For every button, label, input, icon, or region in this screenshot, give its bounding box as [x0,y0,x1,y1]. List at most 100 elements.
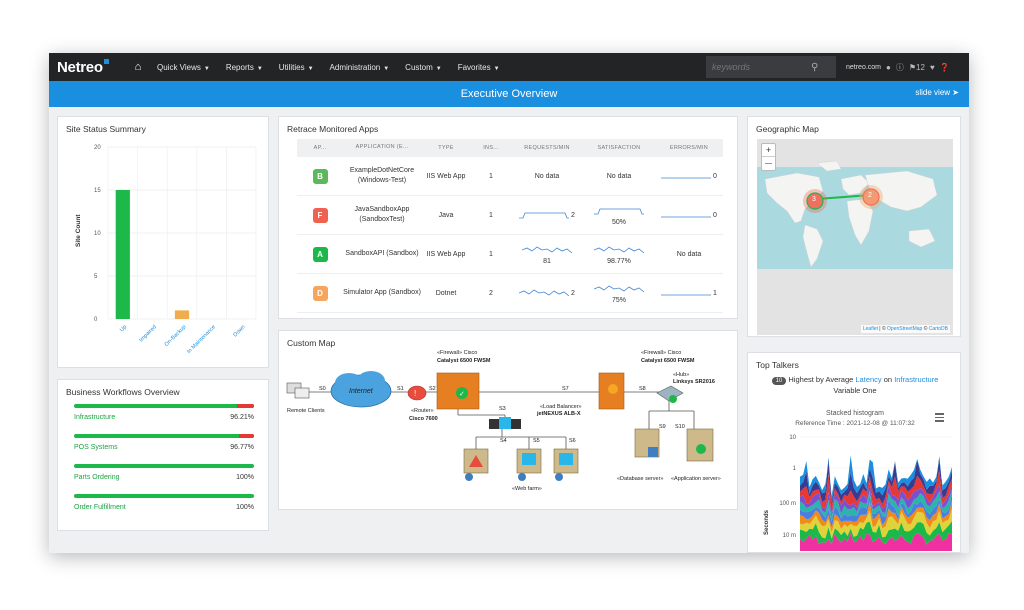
requests-value: 2 [571,289,575,297]
talkers-on: on [883,375,893,384]
web-server-1-icon[interactable] [463,448,489,481]
netreo-logo[interactable]: Netreo [49,58,127,76]
home-icon[interactable]: ⌂ [127,61,149,73]
chart-menu-icon[interactable] [935,413,944,424]
web-server-2-icon[interactable] [516,448,542,481]
table-row[interactable]: D Simulator App (Sandbox) Dotnet 2 2 75% 1 [297,274,723,313]
leaflet-link[interactable]: Leaflet [863,326,878,332]
col-satisfaction[interactable]: SATISFACTION [583,145,655,151]
site-status-chart: 0 5 10 15 20 Site Count Up Impaired On-BackupIn … [75,145,257,355]
cluster-a-count[interactable]: 3 [812,196,816,203]
x-tick-label[interactable]: Impaired [138,324,157,343]
talkers-summary: 10 Highest by Average Latency on Infrast… [748,375,962,385]
heart-icon[interactable]: ♥ [930,63,935,72]
alerts-icon[interactable]: ⚑12 [909,63,925,72]
hub-icon[interactable] [656,385,684,403]
col-requests[interactable]: REQUESTS/MIN [511,145,583,151]
dbserver-label: «Database server» [617,476,664,482]
link-s10: S10 [675,424,685,430]
table-row[interactable]: A SandboxAPI (Sandbox) IIS Web App 1 81 98.77… [297,235,723,274]
workflow-name[interactable]: Infrastructure [74,414,115,421]
carto-link[interactable]: CartoDB [929,326,948,332]
nav-reports[interactable]: Reports ▼ [218,63,271,72]
col-errors[interactable]: ERRORS/MIN [655,145,723,151]
y-tick-label: 0 [94,317,98,323]
link-s4: S4 [500,438,507,444]
app-window: Netreo ⌂ Quick Views ▼ Reports ▼ Utilities… [49,53,969,553]
nav-utilities[interactable]: Utilities ▼ [271,63,322,72]
help-icon[interactable]: ❓ [940,63,950,72]
col-type[interactable]: TYPE [421,145,471,151]
x-tick-label[interactable]: In Maintenance [186,324,217,355]
table-row[interactable]: F JavaSandboxApp (SandboxTest) Java 1 2 50% … [297,196,723,235]
router-name: Cisco 7600 [409,416,438,422]
table-header: AP... APPLICATION (E... TYPE INS... REQU… [297,139,723,157]
workflow-name[interactable]: POS Systems [74,444,118,451]
firewall-2-icon[interactable] [598,372,625,410]
workflow-name[interactable]: Order Fulfillment [74,504,126,511]
remote-clients-label: Remote Clients [287,408,325,414]
workflow-name[interactable]: Parts Ordering [74,474,120,481]
user-icon[interactable]: ● [886,63,891,72]
zoom-in-button[interactable]: + [762,144,775,157]
talkers-count-badge[interactable]: 10 [771,377,787,385]
nav-quick-views[interactable]: Quick Views ▼ [149,63,218,72]
y-axis-label: Site Count [75,214,82,247]
workflow-item[interactable]: POS Systems 96.77% [74,434,254,451]
workflow-item[interactable]: Parts Ordering 100% [74,464,254,481]
application-server-icon[interactable] [686,428,714,462]
x-tick-label[interactable]: Up [119,324,128,333]
database-server-icon[interactable] [634,428,660,458]
firewall-1-icon[interactable]: ✓ [436,372,480,410]
metric-link[interactable]: Latency [855,375,881,384]
web-server-3-icon[interactable] [553,448,579,481]
remote-clients-icon[interactable] [286,382,310,399]
bar-up[interactable] [115,190,130,319]
router-icon[interactable]: ! [407,385,427,401]
app-name[interactable]: SandboxAPI (Sandbox) [343,249,421,259]
reference-time: Reference Time : 2021-12-08 @ 11:07:32 [795,420,915,427]
hub-name: Linksys SR2016 [673,379,715,385]
bar-on-backup[interactable] [174,310,190,319]
link-s0: S0 [319,386,326,392]
retrace-title: Retrace Monitored Apps [287,124,379,134]
nav-administration[interactable]: Administration ▼ [322,63,398,72]
zoom-out-button[interactable]: — [762,157,775,170]
world-map[interactable] [757,139,953,335]
slide-view-button[interactable]: slide view ➤ [915,88,959,97]
nav-right: netreo.com ● ⓘ ⚑12 ♥ ❓ [846,53,950,81]
workflow-percent: 100% [236,504,254,511]
osm-link[interactable]: OpenStreetMap [887,326,922,332]
info-icon[interactable]: ⓘ [896,62,904,73]
app-name[interactable]: Simulator App (Sandbox) [343,288,421,298]
nav-custom[interactable]: Custom ▼ [397,63,450,72]
app-name[interactable]: ExampleDotNetCore (Windows-Test) [343,166,421,186]
col-apdex[interactable]: AP... [297,145,343,151]
domain-label: netreo.com [846,63,882,71]
load-balancer-icon[interactable] [489,417,521,429]
col-instances[interactable]: INS... [471,145,511,151]
workflow-percent: 100% [236,474,254,481]
col-application[interactable]: APPLICATION (E... [343,144,421,152]
app-name[interactable]: JavaSandboxApp (SandboxTest) [343,205,421,225]
workflows-panel: Business Workflows Overview Infrastructu… [57,379,269,531]
sparkline [594,208,644,214]
geo-map-panel: Geographic Map 3 2 + — Leaflet | © OpenS… [747,116,961,337]
sparkline [522,246,572,253]
workflow-item[interactable]: Infrastructure 96.21% [74,404,254,421]
cluster-b-count[interactable]: 2 [868,192,872,199]
nav-favorites[interactable]: Favorites ▼ [450,63,508,72]
link-s6: S6 [569,438,576,444]
x-tick-label[interactable]: Down [232,324,246,338]
category-link[interactable]: Infrastructure [894,375,938,384]
apdex-grade-badge: F [312,207,328,223]
table-row[interactable]: B ExampleDotNetCore (Windows-Test) IIS Web… [297,157,723,196]
workflow-item[interactable]: Order Fulfillment 100% [74,494,254,511]
search-icon[interactable]: ⚲ [811,62,818,73]
app-type: IIS Web App [426,172,466,180]
y-tick-label: 10 [789,435,796,441]
app-instances: 1 [489,172,493,180]
firewall-1-name: Catalyst 6500 FWSM [437,358,491,364]
x-tick-label[interactable]: On-Backup [164,324,188,348]
search-input[interactable] [706,62,811,72]
